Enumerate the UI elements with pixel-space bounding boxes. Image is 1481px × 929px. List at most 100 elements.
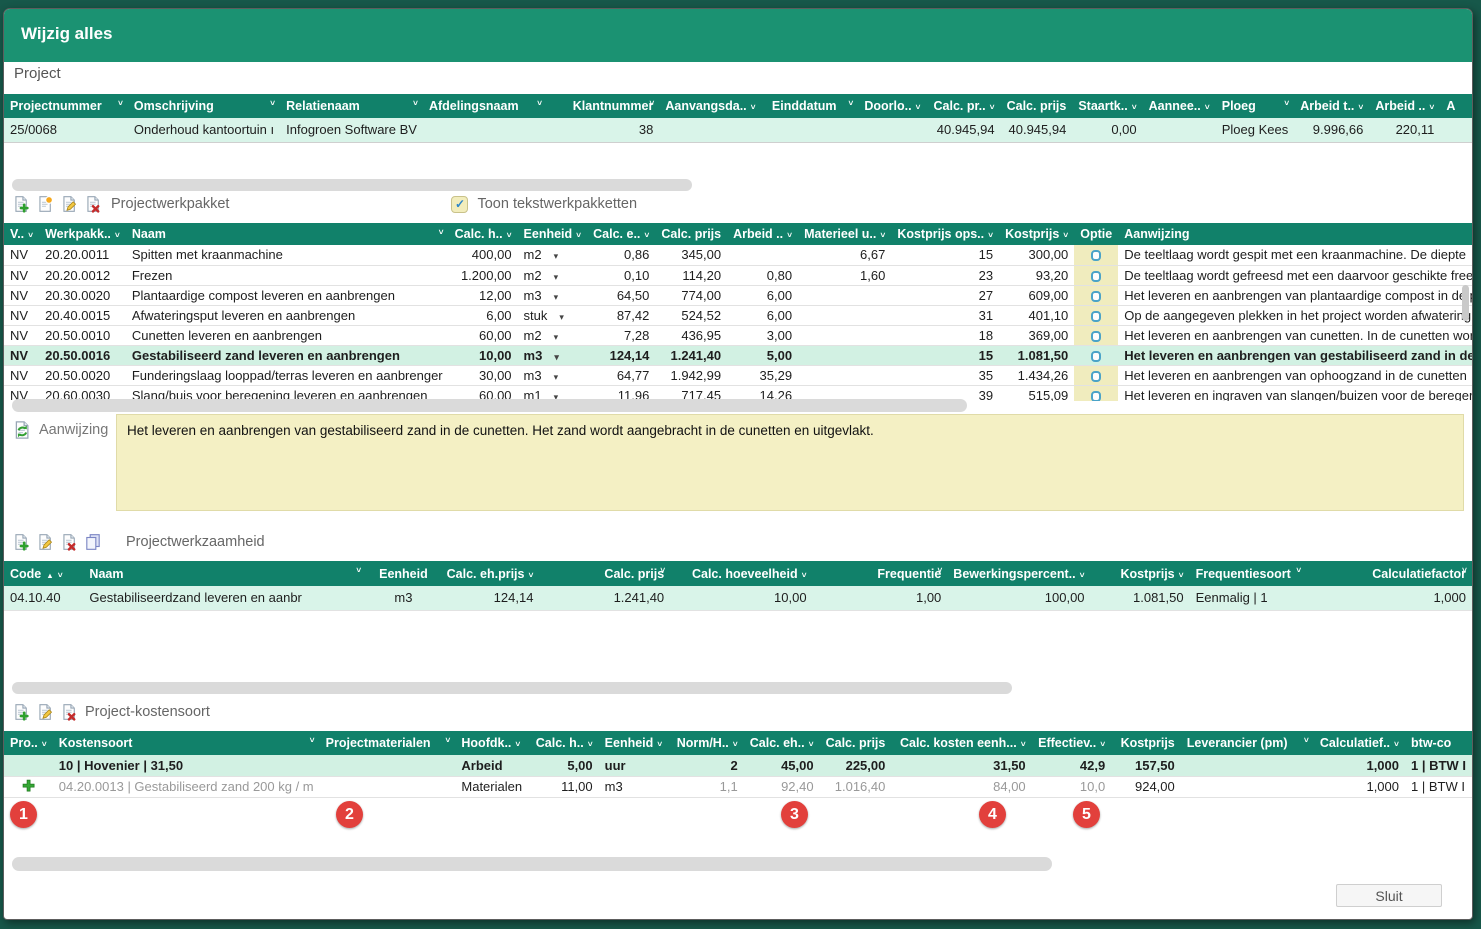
- column-header[interactable]: Calc. eh..˅: [744, 731, 820, 755]
- unit-dropdown-arrow[interactable]: ▾: [554, 292, 559, 302]
- column-header[interactable]: Eenheid˅: [599, 731, 669, 755]
- table-row[interactable]: 10 | Hovenier | 31,50Arbeid5,00uur245,00…: [4, 755, 1472, 776]
- document-new-icon[interactable]: [36, 195, 54, 213]
- column-header[interactable]: Klantnummer˅: [547, 94, 659, 118]
- column-header[interactable]: Kostprijs ops..˅: [891, 223, 999, 245]
- column-header[interactable]: Calculatief..˅: [1314, 731, 1405, 755]
- horizontal-scrollbar[interactable]: [12, 399, 967, 412]
- optie-checkbox[interactable]: [1091, 250, 1101, 261]
- column-header[interactable]: Relatienaam˅: [280, 94, 423, 118]
- table-row[interactable]: 04.10.40Gestabiliseerdzand leveren en aa…: [4, 586, 1472, 610]
- add-row-icon[interactable]: [21, 778, 36, 793]
- column-header[interactable]: Staartk..˅: [1072, 94, 1142, 118]
- column-header[interactable]: Calc. prijs: [1001, 94, 1073, 118]
- table-row[interactable]: NV20.20.0011Spitten met kraanmachine400,…: [4, 245, 1473, 265]
- column-header[interactable]: Aannee..˅: [1143, 94, 1216, 118]
- aanwijzing-textarea[interactable]: Het leveren en aanbrengen van gestabilis…: [116, 414, 1464, 511]
- document-add-icon[interactable]: [12, 195, 30, 213]
- column-header[interactable]: Aanwijzing: [1118, 223, 1473, 245]
- unit-dropdown-arrow[interactable]: ▾: [554, 372, 559, 382]
- document-copy-icon[interactable]: [84, 533, 102, 551]
- column-header[interactable]: Omschrijving˅: [128, 94, 280, 118]
- column-header[interactable]: Frequentiesoort˅: [1190, 561, 1307, 586]
- column-header[interactable]: Eenheid: [366, 561, 440, 586]
- horizontal-scrollbar[interactable]: [12, 857, 1052, 871]
- column-header[interactable]: Projectnummer˅: [4, 94, 128, 118]
- column-header[interactable]: Werkpakk..˅: [39, 223, 126, 245]
- table-row[interactable]: 25/0068Onderhoud kantoortuin ıInfogroen …: [4, 118, 1472, 142]
- optie-checkbox[interactable]: [1091, 351, 1101, 362]
- column-header[interactable]: Bewerkingspercent..˅: [947, 561, 1090, 586]
- unit-dropdown-arrow[interactable]: ▾: [554, 352, 559, 362]
- unit-dropdown-arrow[interactable]: ▾: [554, 251, 559, 261]
- column-header[interactable]: Calc. prijs: [820, 731, 892, 755]
- column-header[interactable]: Arbeid ..˅: [1369, 94, 1440, 118]
- optie-checkbox[interactable]: [1091, 371, 1101, 382]
- column-header[interactable]: Calc. prijs˅: [539, 561, 670, 586]
- document-edit-icon[interactable]: [36, 703, 54, 721]
- column-header[interactable]: V..˅: [4, 223, 39, 245]
- checkbox-checked-icon[interactable]: ✓: [451, 196, 468, 213]
- column-header[interactable]: Pro..˅: [4, 731, 53, 755]
- unit-dropdown-arrow[interactable]: ▾: [554, 272, 559, 282]
- table-row[interactable]: NV20.50.0016Gestabiliseerd zand leveren …: [4, 345, 1473, 365]
- column-header[interactable]: Calc. e..˅: [587, 223, 655, 245]
- column-header[interactable]: Calc. eh.prijs˅: [441, 561, 540, 586]
- horizontal-scrollbar[interactable]: [12, 682, 1012, 694]
- column-header[interactable]: Norm/H..˅: [668, 731, 744, 755]
- column-header[interactable]: Code▲˅: [4, 561, 83, 586]
- column-header[interactable]: Calc. h..˅: [528, 731, 598, 755]
- optie-checkbox[interactable]: [1091, 291, 1101, 302]
- document-delete-icon[interactable]: [60, 533, 78, 551]
- unit-dropdown-arrow[interactable]: ▾: [554, 332, 559, 342]
- document-delete-icon[interactable]: [84, 195, 102, 213]
- optie-checkbox[interactable]: [1091, 271, 1101, 282]
- column-header[interactable]: Arbeid ..˅: [727, 223, 798, 245]
- column-header[interactable]: Calc. h..˅: [449, 223, 518, 245]
- toon-tekstwerkpakketten-toggle[interactable]: ✓ Toon tekstwerkpakketten: [451, 196, 637, 213]
- document-delete-icon[interactable]: [60, 703, 78, 721]
- column-header[interactable]: Arbeid t..˅: [1294, 94, 1369, 118]
- column-header[interactable]: Frequentie˅: [813, 561, 948, 586]
- optie-checkbox[interactable]: [1091, 331, 1101, 342]
- column-header[interactable]: Kostprijs˅: [999, 223, 1074, 245]
- document-add-icon[interactable]: [12, 703, 30, 721]
- column-header[interactable]: Naam˅: [83, 561, 366, 586]
- column-header[interactable]: Doorlo..˅: [858, 94, 927, 118]
- column-header[interactable]: A: [1440, 94, 1472, 118]
- column-header[interactable]: Calc. kosten eenh...˅: [891, 731, 1031, 755]
- column-header[interactable]: Projectmaterialen˅: [320, 731, 456, 755]
- column-header[interactable]: Calculatiefactor˅: [1306, 561, 1472, 586]
- column-header[interactable]: Einddatum˅: [766, 94, 858, 118]
- column-header[interactable]: Kostprijs˅: [1091, 561, 1190, 586]
- column-header[interactable]: Naam˅: [126, 223, 449, 245]
- optie-checkbox[interactable]: [1091, 391, 1101, 401]
- table-row[interactable]: NV20.40.0015Afwateringsput leveren en aa…: [4, 305, 1473, 325]
- optie-checkbox[interactable]: [1091, 311, 1101, 322]
- column-header[interactable]: Ploeg˅: [1216, 94, 1295, 118]
- column-header[interactable]: Hoofdk..˅: [455, 731, 528, 755]
- table-row[interactable]: 04.20.0013 | Gestabiliseerd zand 200 kg …: [4, 776, 1472, 797]
- column-header[interactable]: Kostensoort˅: [53, 731, 320, 755]
- document-edit-icon[interactable]: [60, 195, 78, 213]
- table-row[interactable]: NV20.30.0020Plantaardige compost leveren…: [4, 285, 1473, 305]
- column-header[interactable]: Afdelingsnaam˅: [423, 94, 547, 118]
- column-header[interactable]: Aanvangsda..˅: [659, 94, 766, 118]
- document-edit-icon[interactable]: [36, 533, 54, 551]
- table-row[interactable]: NV20.20.0012Frezen1.200,00m2▾0,10114,200…: [4, 265, 1473, 285]
- column-header[interactable]: btw-co: [1405, 731, 1472, 755]
- vertical-scrollbar[interactable]: [1462, 285, 1469, 321]
- column-header[interactable]: Calc. pr..˅: [928, 94, 1001, 118]
- unit-dropdown-arrow[interactable]: ▾: [559, 312, 564, 322]
- column-header[interactable]: Optie: [1074, 223, 1118, 245]
- table-row[interactable]: NV20.50.0010Cunetten leveren en aanbreng…: [4, 325, 1473, 345]
- sluit-button[interactable]: Sluit: [1336, 884, 1442, 907]
- horizontal-scrollbar[interactable]: [12, 179, 692, 191]
- column-header[interactable]: Eenheid˅: [518, 223, 588, 245]
- document-add-icon[interactable]: [12, 533, 30, 551]
- column-header[interactable]: Calc. hoeveelheid˅: [670, 561, 812, 586]
- column-header[interactable]: Materieel u..˅: [798, 223, 891, 245]
- table-row[interactable]: NV20.50.0020Funderingslaag looppad/terra…: [4, 365, 1473, 385]
- column-header[interactable]: Kostprijs: [1111, 731, 1181, 755]
- column-header[interactable]: Effectiev..˅: [1032, 731, 1112, 755]
